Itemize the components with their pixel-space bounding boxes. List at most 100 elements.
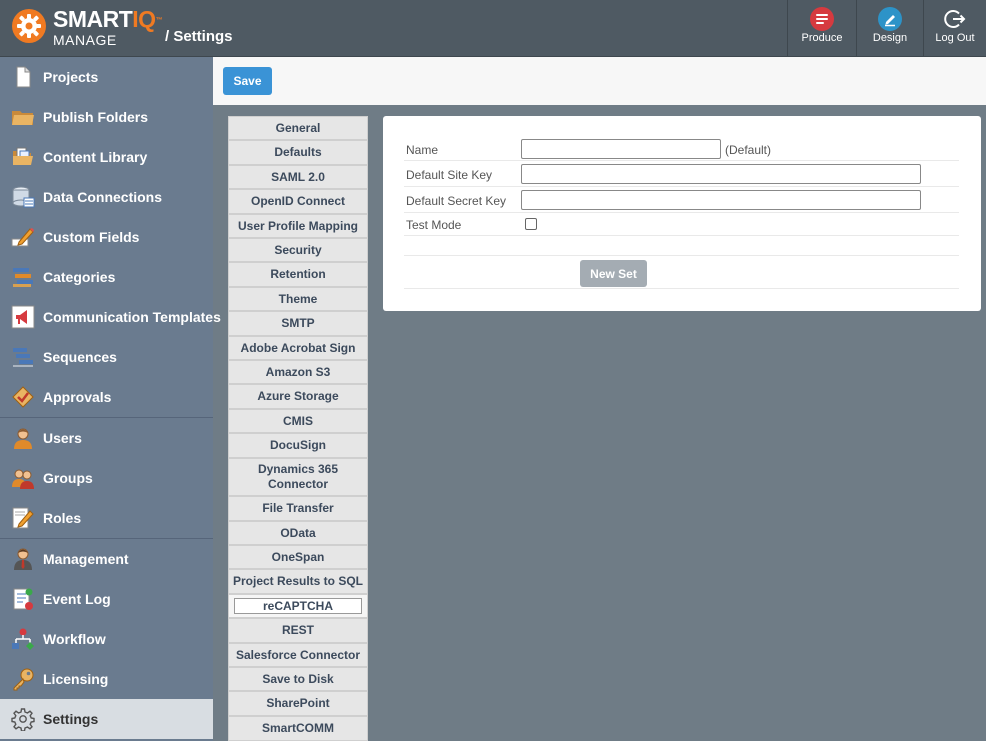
sidebar-item-workflow[interactable]: Workflow: [0, 619, 213, 659]
tab-smartcomm[interactable]: SmartCOMM: [228, 716, 368, 741]
name-label: Name: [406, 143, 439, 157]
sidebar-item-licensing[interactable]: Licensing: [0, 659, 213, 699]
tab-openid-connect[interactable]: OpenID Connect: [228, 189, 368, 214]
sidebar-item-publish-folders[interactable]: Publish Folders: [0, 97, 213, 137]
spacer-row: [404, 236, 959, 256]
sidebar-item-label: Management: [43, 551, 129, 567]
sidebar-item-groups[interactable]: Groups: [0, 458, 213, 498]
sidebar-item-label: Roles: [43, 510, 82, 526]
design-button[interactable]: Design: [856, 0, 923, 57]
tab-adobe-acrobat-sign[interactable]: Adobe Acrobat Sign: [228, 336, 368, 360]
tab-odata[interactable]: OData: [228, 521, 368, 545]
logout-icon: [943, 7, 967, 31]
site-key-label: Default Site Key: [406, 168, 493, 182]
site-key-input[interactable]: [521, 164, 921, 184]
tab-rest[interactable]: REST: [228, 618, 368, 643]
tab-theme[interactable]: Theme: [228, 287, 368, 311]
tab-project-results-to-sql[interactable]: Project Results to SQL: [228, 569, 368, 594]
tab-label: Dynamics 365 Connector: [257, 462, 339, 491]
design-label: Design: [872, 32, 908, 44]
database-icon: [12, 186, 35, 208]
tab-user-profile-mapping[interactable]: User Profile Mapping: [228, 214, 368, 238]
role-icon: [12, 507, 34, 529]
sidebar-item-label: Sequences: [43, 349, 117, 365]
sidebar-item-settings[interactable]: Settings: [0, 699, 213, 739]
actions-row: [404, 256, 959, 289]
name-row: Name (Default): [404, 138, 959, 161]
sidebar-item-approvals[interactable]: Approvals: [0, 377, 213, 417]
brand-name: SMART: [53, 6, 133, 32]
sidebar-item-sequences[interactable]: Sequences: [0, 337, 213, 377]
tab-docusign[interactable]: DocuSign: [228, 433, 368, 458]
tab-general[interactable]: General: [228, 116, 368, 140]
tab-save-to-disk[interactable]: Save to Disk: [228, 667, 368, 691]
sidebar-item-communication-templates[interactable]: Communication Templates: [0, 297, 221, 337]
tab-saml[interactable]: SAML 2.0: [228, 165, 368, 189]
sidebar-item-event-log[interactable]: Event Log: [0, 579, 213, 619]
smartiq-logo-icon: [12, 9, 46, 43]
save-button[interactable]: Save: [223, 67, 272, 95]
produce-button[interactable]: Produce: [787, 0, 856, 57]
logout-button[interactable]: Log Out: [923, 0, 986, 57]
tab-label: reCAPTCHA: [234, 598, 362, 614]
sidebar-item-label: Users: [43, 430, 82, 446]
folder-icon: [12, 111, 34, 125]
sidebar-item-label: Categories: [43, 269, 116, 285]
breadcrumb: / Settings: [165, 28, 233, 45]
group-icon: [12, 469, 34, 489]
tab-sharepoint[interactable]: SharePoint: [228, 691, 368, 716]
name-input[interactable]: [521, 139, 721, 159]
workflow-icon: [12, 628, 34, 650]
event-log-icon: [13, 588, 33, 610]
key-icon: [13, 668, 34, 691]
sidebar-item-label: Content Library: [43, 149, 148, 165]
test-mode-checkbox[interactable]: [525, 218, 537, 230]
test-mode-row: Test Mode: [404, 213, 959, 236]
sidebar-item-custom-fields[interactable]: Custom Fields: [0, 217, 213, 257]
tab-onespan[interactable]: OneSpan: [228, 545, 368, 569]
produce-label: Produce: [801, 32, 843, 44]
tab-azure-storage[interactable]: Azure Storage: [228, 384, 368, 409]
tab-cmis[interactable]: CMIS: [228, 409, 368, 433]
sidebar-item-roles[interactable]: Roles: [0, 498, 213, 538]
app-header: SMARTIQ™ MANAGE / Settings Produce Desig…: [0, 0, 986, 57]
tab-amazon-s3[interactable]: Amazon S3: [228, 360, 368, 384]
brand-accent: IQ: [132, 6, 156, 32]
pencil-icon: [11, 228, 34, 247]
user-icon: [14, 428, 32, 449]
gear-icon: [11, 708, 35, 731]
sidebar-item-label: Data Connections: [43, 189, 163, 205]
tab-file-transfer[interactable]: File Transfer: [228, 496, 368, 521]
brand-wordmark: SMARTIQ™ MANAGE: [53, 6, 163, 48]
tab-recaptcha[interactable]: reCAPTCHA: [228, 594, 368, 618]
sequences-icon: [13, 348, 33, 367]
new-set-button[interactable]: New Set: [580, 260, 647, 287]
name-default-hint: (Default): [725, 143, 772, 157]
sidebar-item-label: Groups: [43, 470, 93, 486]
sidebar-item-data-connections[interactable]: Data Connections: [0, 177, 213, 217]
design-icon: [878, 7, 902, 31]
megaphone-icon: [11, 305, 35, 329]
test-mode-label: Test Mode: [406, 218, 462, 232]
logout-label: Log Out: [935, 32, 975, 44]
sidebar-item-users[interactable]: Users: [0, 418, 213, 458]
sidebar-item-content-library[interactable]: Content Library: [0, 137, 213, 177]
sidebar-item-label: Event Log: [43, 591, 111, 607]
tab-salesforce-connector[interactable]: Salesforce Connector: [228, 643, 368, 667]
sidebar-item-management[interactable]: Management: [0, 539, 213, 579]
sidebar-item-label: Custom Fields: [43, 229, 140, 245]
sidebar-item-label: Approvals: [43, 389, 112, 405]
sidebar-item-categories[interactable]: Categories: [0, 257, 213, 297]
tab-defaults[interactable]: Defaults: [228, 140, 368, 165]
sidebar-item-label: Workflow: [43, 631, 106, 647]
sidebar-item-projects[interactable]: Projects: [0, 57, 213, 97]
manager-icon: [14, 548, 32, 570]
tab-smtp[interactable]: SMTP: [228, 311, 368, 336]
sidebar-item-label: Licensing: [43, 671, 109, 687]
tab-dynamics-365-connector[interactable]: Dynamics 365 Connector: [228, 458, 368, 496]
secret-key-input[interactable]: [521, 190, 921, 210]
tab-security[interactable]: Security: [228, 238, 368, 262]
tab-retention[interactable]: Retention: [228, 262, 368, 287]
toolbar: Save: [213, 57, 986, 105]
document-icon: [16, 66, 31, 88]
